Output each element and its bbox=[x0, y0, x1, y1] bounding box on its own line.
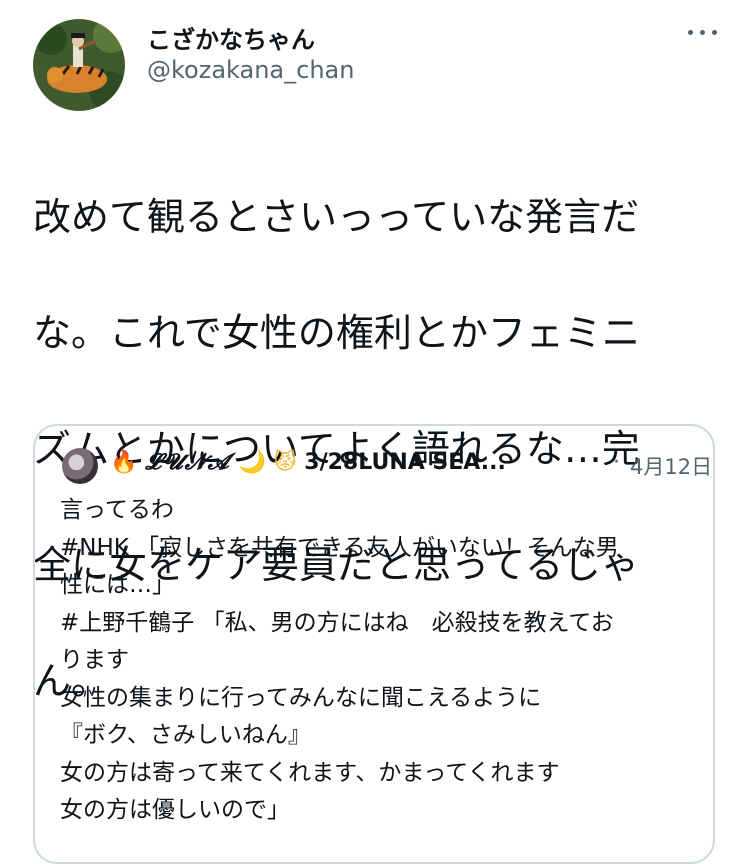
avatar[interactable] bbox=[33, 19, 125, 111]
pouting-cat-icon: 😾 bbox=[273, 450, 297, 475]
quoted-name-script: 𝓛𝓤𝓝𝓐 bbox=[145, 449, 231, 475]
quoted-name-text: 3/28LUNA SEA... bbox=[304, 450, 506, 475]
quoted-display-name: 🔥 𝓛𝓤𝓝𝓐 🌙 😾 3/28LUNA SEA... bbox=[110, 449, 506, 475]
tweet-line: 改めて観るとさいっっていな発言だ bbox=[33, 195, 640, 239]
quoted-line: #NHK 「寂しさを共有できる友人がいない！そんな男 bbox=[60, 534, 619, 561]
quoted-date[interactable]: 4月12日 bbox=[630, 451, 712, 481]
author-display-name[interactable]: こざかなちゃん bbox=[147, 20, 315, 55]
tiger-illustration-avatar-icon bbox=[33, 19, 125, 111]
more-horizontal-icon[interactable] bbox=[685, 20, 721, 44]
quoted-text: 言ってるわ #NHK 「寂しさを共有できる友人がいない！そんな男 性には…」 #… bbox=[60, 492, 700, 830]
separator-dot: · bbox=[613, 450, 620, 475]
quoted-tweet-card[interactable]: 🔥 𝓛𝓤𝓝𝓐 🌙 😾 3/28LUNA SEA... · 4月12日 言ってるわ… bbox=[33, 424, 715, 864]
moon-icon: 🌙 bbox=[238, 450, 266, 475]
quoted-line: 女の方は寄って来てくれます、かまってくれます bbox=[60, 759, 560, 786]
quoted-line: 女の方は優しいので」 bbox=[60, 797, 290, 823]
quoted-line: ります bbox=[60, 647, 129, 673]
quoted-avatar bbox=[62, 448, 98, 484]
quoted-line: 女性の集まりに行ってみんなに聞こえるように bbox=[60, 684, 542, 711]
quoted-line: 性には…」 bbox=[60, 572, 175, 598]
tweet-line: な。これで女性の権利とかフェミニ bbox=[33, 311, 640, 355]
quoted-line: 『ボク、さみしいねん』 bbox=[60, 722, 311, 748]
quoted-line: 言ってるわ bbox=[60, 497, 174, 523]
quoted-line: #上野千鶴子 「私、男の方にはね 必殺技を教えてお bbox=[60, 609, 614, 636]
fire-icon: 🔥 bbox=[110, 450, 138, 475]
author-handle[interactable]: @kozakana_chan bbox=[147, 56, 354, 84]
